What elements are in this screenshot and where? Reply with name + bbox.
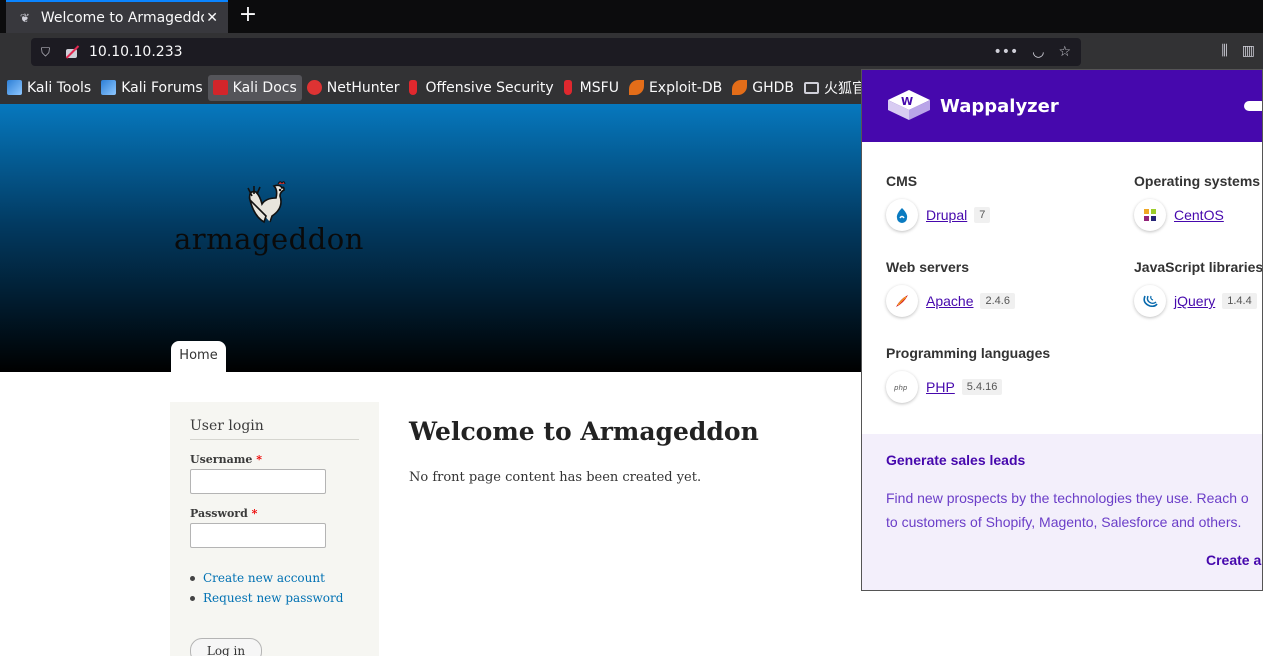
category-web-servers: Web servers bbox=[886, 259, 970, 275]
wappalyzer-popup: W Wappalyzer CMS Drupal 7 Operating syst… bbox=[861, 69, 1263, 591]
browser-tab[interactable]: ❦ Welcome to Armageddon ✕ bbox=[6, 0, 228, 33]
tech-version: 1.4.4 bbox=[1222, 293, 1257, 309]
tech-drupal[interactable]: Drupal 7 bbox=[886, 199, 991, 231]
password-label: Password * bbox=[190, 507, 258, 520]
login-button[interactable]: Log in bbox=[190, 638, 262, 656]
create-account-link[interactable]: Create new account bbox=[190, 571, 359, 585]
drupal-icon bbox=[886, 199, 918, 231]
jquery-icon bbox=[1134, 285, 1166, 317]
pocket-icon[interactable]: ◡ bbox=[1032, 44, 1044, 60]
tech-apache[interactable]: Apache 2.4.6 bbox=[886, 285, 1015, 317]
nav-home-tab[interactable]: Home bbox=[171, 341, 226, 372]
navigation-bar: ⛉ 10.10.10.233 ••• ◡ ☆ ⫼ ▥ bbox=[0, 33, 1263, 71]
tech-name[interactable]: CentOS bbox=[1174, 207, 1224, 223]
sales-leads-title: Generate sales leads bbox=[886, 452, 1026, 468]
page-body-text: No front page content has been created y… bbox=[409, 470, 702, 485]
svg-text:W: W bbox=[901, 95, 913, 108]
close-tab-icon[interactable]: ✕ bbox=[204, 10, 220, 26]
wappalyzer-title: Wappalyzer bbox=[940, 95, 1059, 117]
category-cms: CMS bbox=[886, 173, 918, 189]
tab-bar: ❦ Welcome to Armageddon ✕ + bbox=[0, 0, 1263, 33]
bullet-icon bbox=[190, 595, 195, 601]
folder-icon bbox=[804, 81, 819, 94]
bookmark-offensive-security[interactable]: Offensive Security bbox=[404, 75, 558, 101]
kali-dragon-icon bbox=[7, 80, 22, 95]
apache-icon bbox=[886, 285, 918, 317]
sales-leads-text: Find new prospects by the technologies t… bbox=[886, 490, 1249, 530]
centos-icon bbox=[1134, 199, 1166, 231]
sales-leads-panel: Generate sales leads Find new prospects … bbox=[862, 434, 1262, 590]
kali-docs-icon bbox=[212, 80, 228, 95]
create-account-cta-link[interactable]: Create a bbox=[1206, 552, 1261, 568]
user-login-block: User login Username * Password * Create … bbox=[170, 402, 379, 656]
chicken-logo-icon bbox=[247, 181, 286, 224]
bookmark-kali-forums[interactable]: Kali Forums bbox=[96, 75, 207, 101]
wappalyzer-toggle[interactable] bbox=[1244, 101, 1262, 111]
tech-name[interactable]: PHP bbox=[926, 379, 955, 395]
tab-title: Welcome to Armageddon bbox=[40, 9, 205, 26]
exploitdb-icon bbox=[628, 80, 644, 95]
nethunter-icon bbox=[306, 80, 322, 95]
url-text[interactable]: 10.10.10.233 bbox=[89, 44, 183, 60]
wappalyzer-header: W Wappalyzer bbox=[862, 70, 1262, 142]
new-tab-button[interactable]: + bbox=[237, 4, 259, 26]
page-title: Welcome to Armageddon bbox=[409, 417, 759, 446]
block-title: User login bbox=[190, 418, 359, 440]
bookmark-exploit-db[interactable]: Exploit-DB bbox=[624, 75, 727, 101]
login-links: Create new account Request new password bbox=[190, 571, 359, 605]
request-password-link[interactable]: Request new password bbox=[190, 591, 359, 605]
drupal-favicon-icon: ❦ bbox=[19, 10, 30, 25]
bookmark-ghdb[interactable]: GHDB bbox=[727, 75, 799, 101]
username-input[interactable] bbox=[190, 469, 326, 494]
tracking-protection-shield-icon[interactable]: ⛉ bbox=[41, 45, 55, 60]
category-javascript-libraries: JavaScript libraries bbox=[1134, 259, 1263, 275]
svg-text:php: php bbox=[893, 384, 908, 392]
bookmark-kali-tools[interactable]: Kali Tools bbox=[2, 75, 96, 101]
offsec-icon bbox=[563, 80, 572, 95]
password-input[interactable] bbox=[190, 523, 326, 548]
tech-version: 7 bbox=[974, 207, 991, 223]
tech-jquery[interactable]: jQuery 1.4.4 bbox=[1134, 285, 1257, 317]
tech-version: 2.4.6 bbox=[980, 293, 1015, 309]
tech-name[interactable]: jQuery bbox=[1174, 293, 1215, 309]
bullet-icon bbox=[190, 575, 195, 581]
exploitdb-icon bbox=[732, 80, 748, 95]
username-label: Username * bbox=[190, 453, 262, 466]
bookmark-nethunter[interactable]: NetHunter bbox=[302, 75, 405, 101]
page-actions-icon[interactable]: ••• bbox=[993, 44, 1018, 60]
bookmark-kali-docs[interactable]: Kali Docs bbox=[207, 74, 302, 101]
php-icon: php bbox=[886, 371, 918, 403]
site-name: armageddon bbox=[174, 222, 364, 256]
bookmark-msfu[interactable]: MSFU bbox=[559, 75, 624, 101]
bookmark-star-icon[interactable]: ☆ bbox=[1058, 44, 1071, 60]
kali-dragon-icon bbox=[101, 80, 117, 95]
wappalyzer-logo-icon: W bbox=[886, 86, 932, 126]
required-mark: * bbox=[256, 453, 262, 466]
tech-php[interactable]: php PHP 5.4.16 bbox=[886, 371, 1003, 403]
category-operating-systems: Operating systems bbox=[1134, 173, 1261, 189]
tech-name[interactable]: Drupal bbox=[926, 207, 967, 223]
offsec-icon bbox=[409, 80, 418, 95]
library-icon[interactable]: ⫼ bbox=[1221, 43, 1227, 59]
tech-centos[interactable]: CentOS bbox=[1134, 199, 1224, 231]
address-bar[interactable]: ⛉ 10.10.10.233 ••• ◡ ☆ bbox=[31, 38, 1081, 66]
required-mark: * bbox=[251, 507, 258, 520]
sidebar-icon[interactable]: ▥ bbox=[1242, 43, 1255, 59]
insecure-connection-icon[interactable] bbox=[65, 45, 80, 59]
category-programming-languages: Programming languages bbox=[886, 345, 1051, 361]
tech-name[interactable]: Apache bbox=[926, 293, 973, 309]
tech-version: 5.4.16 bbox=[961, 379, 1003, 395]
